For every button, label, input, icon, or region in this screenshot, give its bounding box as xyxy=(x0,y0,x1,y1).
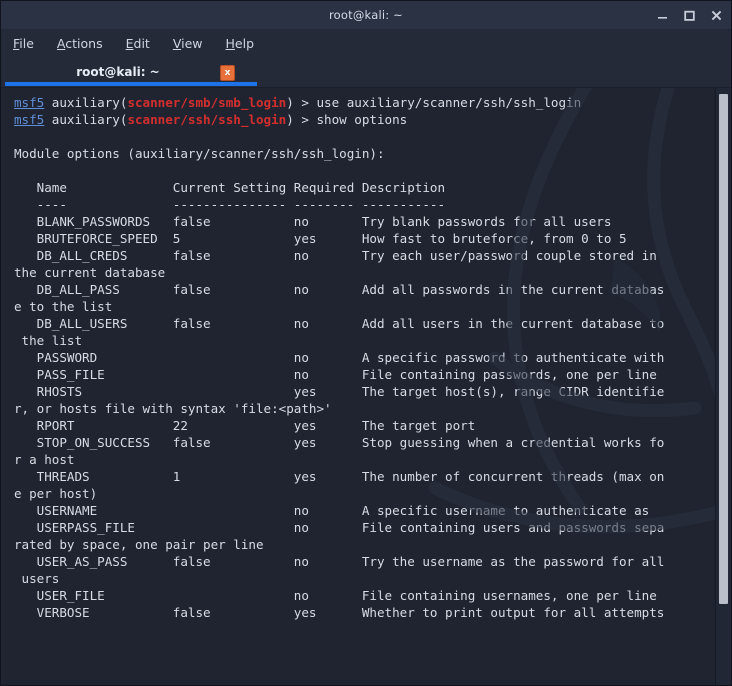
tab-active-indicator xyxy=(5,82,257,86)
tab-label: root@kali: ~ xyxy=(76,65,160,79)
menu-item-help-rest: elp xyxy=(234,36,255,51)
menu-item-edit[interactable]: Edit xyxy=(126,36,150,51)
maximize-icon[interactable] xyxy=(683,9,696,22)
menu-item-file[interactable]: File xyxy=(13,36,34,51)
menu-item-file-rest: ile xyxy=(19,36,34,51)
terminal-area: msf5 auxiliary(scanner/smb/smb_login) > … xyxy=(1,87,731,685)
tab-close-icon[interactable]: x xyxy=(220,65,235,81)
menu-item-help[interactable]: Help xyxy=(226,36,255,51)
scrollbar-thumb[interactable] xyxy=(719,94,728,604)
tab-close-glyph: x xyxy=(224,67,231,78)
window-controls xyxy=(656,1,723,29)
menu-item-actions-rest: ctions xyxy=(65,36,103,51)
menu-item-actions[interactable]: Actions xyxy=(57,36,103,51)
tab-bar: root@kali: ~ x xyxy=(1,57,731,87)
title-bar: root@kali: ~ xyxy=(1,1,731,30)
terminal-window: root@kali: ~ File Actions Edit View Help… xyxy=(0,0,732,686)
close-icon[interactable] xyxy=(710,9,723,22)
window-title: root@kali: ~ xyxy=(328,8,404,22)
terminal-scrollbar[interactable] xyxy=(715,88,731,685)
menu-bar: File Actions Edit View Help xyxy=(1,30,731,57)
terminal-screen-text: msf5 auxiliary(scanner/smb/smb_login) > … xyxy=(14,95,665,620)
terminal-output[interactable]: msf5 auxiliary(scanner/smb/smb_login) > … xyxy=(1,88,715,685)
menu-item-view-rest: iew xyxy=(181,36,203,51)
menu-item-view[interactable]: View xyxy=(173,36,203,51)
menu-item-edit-rest: dit xyxy=(133,36,150,51)
minimize-icon[interactable] xyxy=(656,9,669,22)
